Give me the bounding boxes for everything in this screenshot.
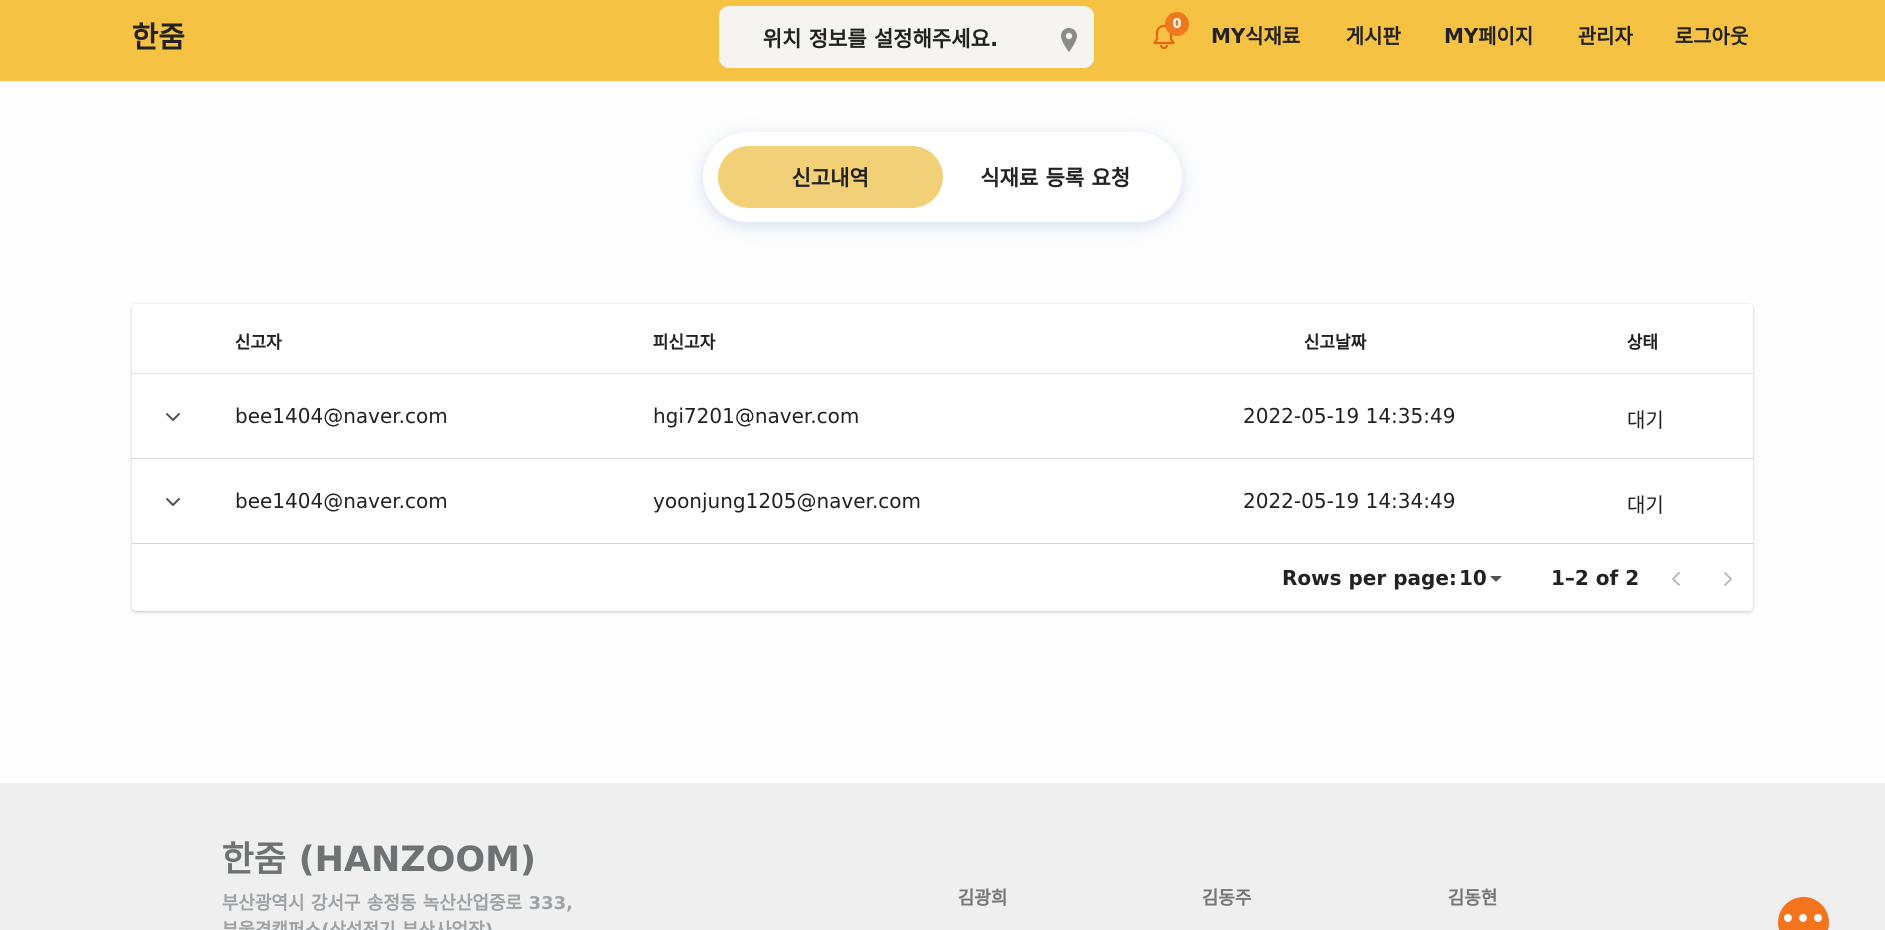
location-pin-icon — [1061, 28, 1077, 52]
tab-ingredient-requests[interactable]: 식재료 등록 요청 — [943, 146, 1168, 208]
nav-my-page[interactable]: MY페이지 — [1444, 20, 1534, 49]
column-header-reported: 피신고자 — [653, 333, 716, 353]
table-header: 신고자 피신고자 신고날짜 상태 — [132, 304, 1753, 374]
location-text: 위치 정보를 설정해주세요. — [763, 27, 999, 51]
column-header-date: 신고날짜 — [1304, 333, 1367, 353]
admin-tab-switch: 신고내역 식재료 등록 요청 — [703, 132, 1182, 222]
rows-per-page-select[interactable]: 10 — [1459, 566, 1487, 590]
column-header-reporter: 신고자 — [235, 333, 282, 353]
pagination-range: 1–2 of 2 — [1551, 566, 1640, 590]
date-cell: 2022-05-19 14:34:49 — [1243, 489, 1456, 513]
column-header-status: 상태 — [1627, 333, 1659, 353]
tab-reports[interactable]: 신고내역 — [718, 146, 943, 208]
team-member: 김동현 — [1448, 888, 1498, 909]
team-member: 김광희 — [958, 888, 1008, 909]
date-cell: 2022-05-19 14:35:49 — [1243, 404, 1456, 428]
table-row[interactable]: bee1404@naver.com hgi7201@naver.com 2022… — [132, 374, 1753, 459]
reported-cell: yoonjung1205@naver.com — [653, 489, 922, 513]
previous-page-icon[interactable] — [1668, 570, 1686, 588]
nav-my-ingredients[interactable]: MY식재료 — [1211, 20, 1301, 49]
nav-logout[interactable]: 로그아웃 — [1675, 20, 1749, 49]
dropdown-caret-icon[interactable] — [1490, 576, 1502, 582]
status-cell: 대기 — [1627, 493, 1664, 517]
footer-address-line1: 부산광역시 강서구 송정동 녹산산업중로 333, — [222, 893, 573, 914]
next-page-icon[interactable] — [1718, 570, 1736, 588]
site-footer: 한줌 (HANZOOM) 부산광역시 강서구 송정동 녹산산업중로 333, 부… — [0, 783, 1885, 930]
status-cell: 대기 — [1627, 408, 1664, 432]
table-pagination: Rows per page: 10 1–2 of 2 — [132, 544, 1753, 610]
location-selector[interactable]: 위치 정보를 설정해주세요. — [719, 6, 1094, 68]
team-member: 김동주 — [1202, 888, 1252, 909]
more-dots-icon: ••• — [1780, 907, 1827, 930]
table-row[interactable]: bee1404@naver.com yoonjung1205@naver.com… — [132, 459, 1753, 544]
reporter-cell: bee1404@naver.com — [235, 489, 448, 513]
nav-admin[interactable]: 관리자 — [1578, 20, 1633, 49]
site-logo[interactable]: 한줌 — [132, 14, 185, 56]
footer-address-line2: 부울경캠퍼스(삼성전기 부산사업장) — [222, 916, 493, 930]
reported-cell: hgi7201@naver.com — [653, 404, 860, 428]
rows-per-page-label: Rows per page: — [1282, 566, 1457, 590]
notification-count-badge: 0 — [1165, 12, 1189, 36]
reports-table: 신고자 피신고자 신고날짜 상태 bee1404@naver.com hgi72… — [132, 304, 1753, 611]
footer-title: 한줌 (HANZOOM) — [222, 840, 536, 880]
expand-chevron-icon[interactable] — [162, 406, 184, 428]
reporter-cell: bee1404@naver.com — [235, 404, 448, 428]
nav-board[interactable]: 게시판 — [1346, 20, 1401, 49]
top-header: 한줌 위치 정보를 설정해주세요. 0 MY식재료 게시판 MY페이지 관리자 … — [0, 0, 1885, 81]
expand-chevron-icon[interactable] — [162, 491, 184, 513]
